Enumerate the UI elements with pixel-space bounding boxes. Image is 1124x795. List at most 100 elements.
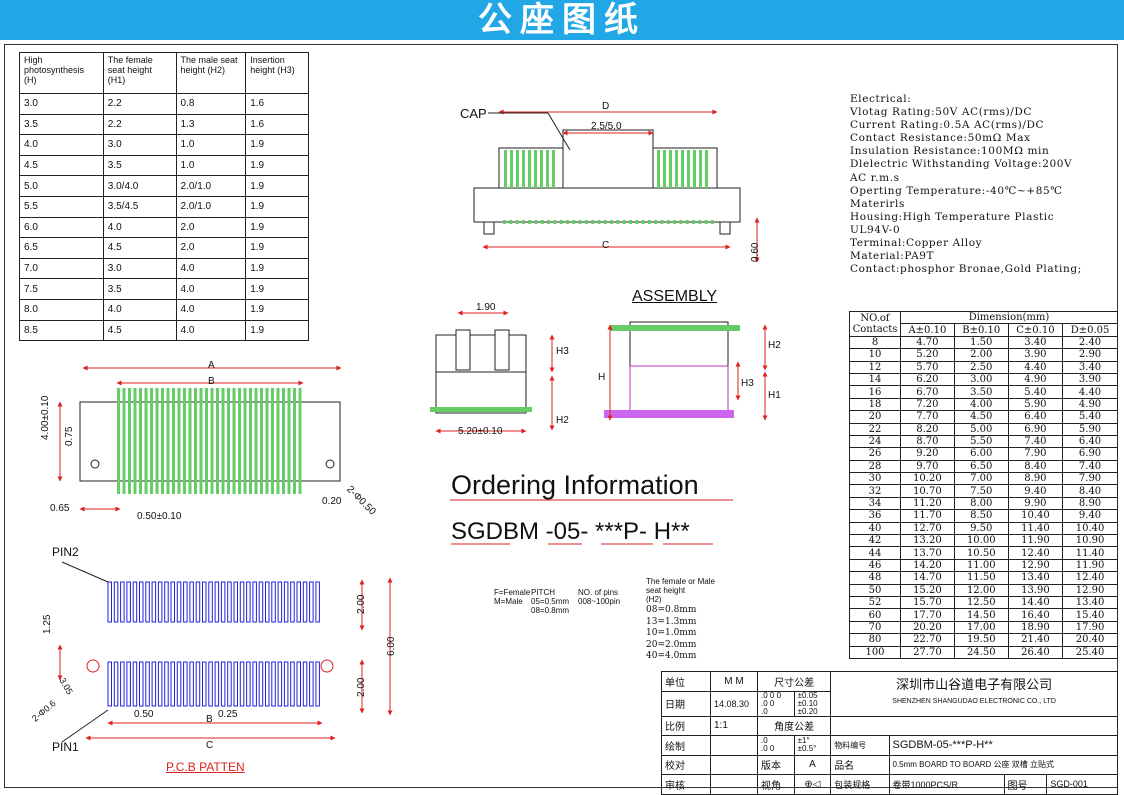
pcb-pad xyxy=(189,581,194,623)
pcb-pad xyxy=(195,661,201,707)
pcb-pad xyxy=(309,661,314,707)
dim-190-label: 1.90 xyxy=(476,302,496,313)
contact-pin xyxy=(521,220,525,224)
pcb-pad xyxy=(302,661,308,707)
pcb-pad xyxy=(189,661,194,707)
contact-pin xyxy=(509,220,513,224)
contact-pin xyxy=(675,150,678,188)
tb-part-label: 物料编号 xyxy=(830,735,890,756)
contact-pin xyxy=(276,448,280,494)
tb-check-label: 校对 xyxy=(661,754,711,775)
pcb-pad xyxy=(315,581,320,623)
pcb-pad xyxy=(202,661,207,707)
contact-pin xyxy=(597,220,601,224)
contact-pin xyxy=(139,448,142,494)
contact-pin xyxy=(117,388,120,448)
contact-pin xyxy=(194,448,197,494)
contact-pin xyxy=(552,150,555,188)
assembly-h-label: H xyxy=(598,372,606,383)
pcb-pad xyxy=(252,661,257,707)
contact-pin xyxy=(546,150,549,188)
contact-pin xyxy=(144,448,148,494)
contact-pin xyxy=(540,150,543,188)
contact-pin xyxy=(122,388,126,448)
contact-pin xyxy=(534,150,537,188)
contact-pin xyxy=(679,220,683,224)
contact-pin xyxy=(276,388,280,448)
contact-pin xyxy=(584,220,588,224)
contact-pin xyxy=(221,448,225,494)
contact-pin xyxy=(254,448,258,494)
contact-pin xyxy=(227,448,230,494)
contact-pin xyxy=(287,448,291,494)
tb-ver: A xyxy=(793,754,832,775)
contact-pin xyxy=(298,388,302,448)
contact-pin xyxy=(528,150,531,188)
contact-pin xyxy=(663,150,666,188)
pcb-pad xyxy=(296,581,301,623)
pcb-pad xyxy=(126,661,131,707)
contact-pin xyxy=(172,388,175,448)
tb-unit: M M xyxy=(710,671,758,692)
contact-pin xyxy=(669,150,672,188)
pcb-pad xyxy=(208,581,213,623)
title-block: 单位 M M 尺寸公差 深圳市山谷道电子有限公司 SHENZHEN SHANGUD… xyxy=(661,671,1118,795)
pcb-dim-c-label: C xyxy=(206,740,214,751)
pcb-pad xyxy=(220,661,226,707)
pcb-pad xyxy=(227,581,232,623)
contact-pin xyxy=(503,220,506,224)
pcb-pad xyxy=(220,581,226,623)
tb-scale-label: 比例 xyxy=(661,715,711,736)
dim-600-label: 6.00 xyxy=(386,636,397,656)
contact-pin xyxy=(117,448,120,494)
pcb-pad xyxy=(151,581,157,623)
contact-pin xyxy=(205,388,208,448)
pcb-pad xyxy=(170,661,175,707)
company-en: SHENZHEN SHANGUDAO ELECTRONIC CO., LTD xyxy=(892,698,1056,706)
tb-unit-label: 单位 xyxy=(661,671,711,692)
dim-050b-label: 0.50 xyxy=(134,709,154,720)
contact-pin xyxy=(693,150,696,188)
tb-company: 深圳市山谷道电子有限公司 SHENZHEN SHANGUDAO ELECTRONI… xyxy=(830,671,1118,717)
contact-pin xyxy=(232,448,236,494)
dim-d-label: D xyxy=(602,101,610,112)
contact-pin xyxy=(183,388,186,448)
contact-pin xyxy=(210,388,214,448)
contact-pin xyxy=(522,150,525,188)
contact-pin xyxy=(249,448,252,494)
contact-pin xyxy=(666,220,670,224)
pcb-pad xyxy=(246,661,251,707)
contact-pin xyxy=(622,220,626,224)
pcb-pad xyxy=(139,581,144,623)
dim-200a-label: 2.00 xyxy=(356,594,367,614)
pcb-pad xyxy=(139,661,144,707)
contact-pin xyxy=(699,150,702,188)
pcb-pad xyxy=(246,581,251,623)
tb-approve-label: 审核 xyxy=(661,774,711,795)
assembly-heading: ASSEMBLY xyxy=(632,288,718,305)
contact-pin xyxy=(221,388,225,448)
pcb-pad xyxy=(195,581,201,623)
pcb-pad xyxy=(157,661,163,707)
tb-pack-label: 包装规格 xyxy=(830,774,890,795)
pcb-pad xyxy=(202,581,207,623)
pcb-pad xyxy=(107,661,112,707)
pcb-pad xyxy=(302,581,308,623)
side-view-drawing xyxy=(473,109,760,263)
contact-pin xyxy=(249,388,252,448)
contact-pin xyxy=(516,150,519,188)
contact-pin xyxy=(271,448,274,494)
contact-pin xyxy=(128,448,131,494)
ordering-gender: F=Female M=Male xyxy=(494,588,531,606)
contact-pin xyxy=(161,388,164,448)
tb-date: 14.08.30 xyxy=(710,690,758,717)
contact-pin xyxy=(559,220,563,224)
contact-pin xyxy=(166,448,170,494)
tb-part-no: SGDBM-05-***P-H** xyxy=(888,735,1118,756)
pcb-pad xyxy=(151,661,157,707)
contact-pin xyxy=(704,220,708,224)
dim-075-label: 0.75 xyxy=(64,426,75,446)
tb-tol1a: .0 0 0 .0 0 .0 xyxy=(757,690,795,717)
pcb-pad xyxy=(283,661,289,707)
contact-pin xyxy=(566,220,569,224)
